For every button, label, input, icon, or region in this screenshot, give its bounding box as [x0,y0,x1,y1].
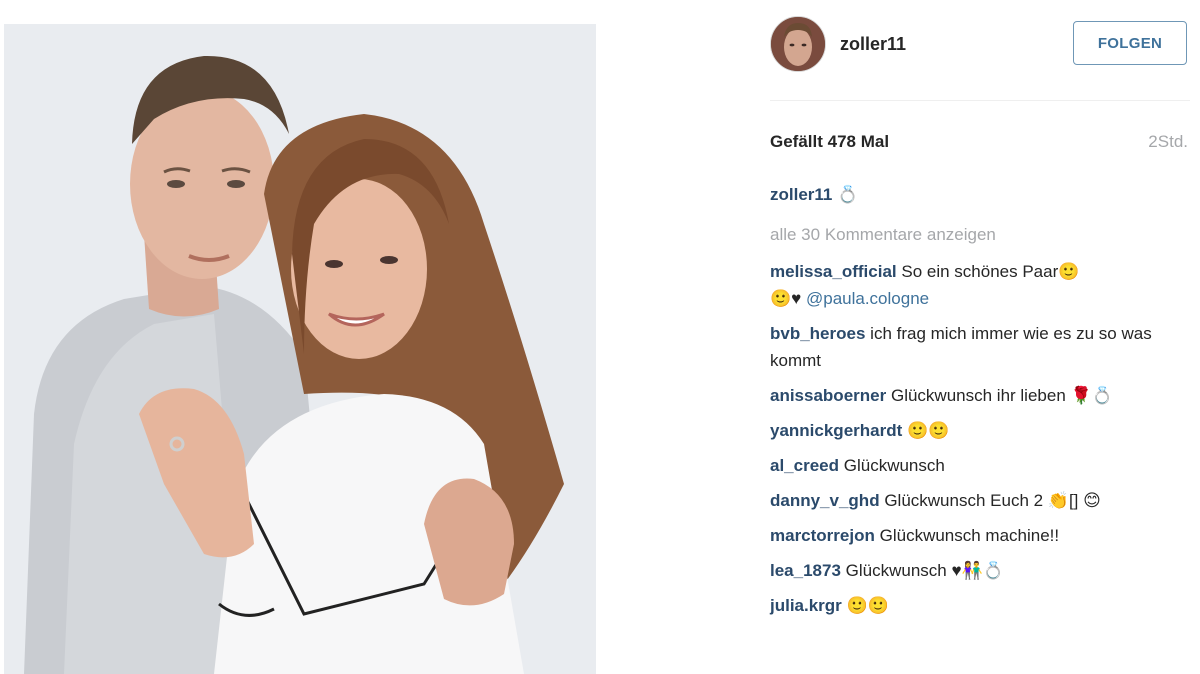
comment-username[interactable]: marctorrejon [770,526,875,545]
post-photo[interactable] [4,24,596,674]
comment-item: danny_v_ghd Glückwunsch Euch 2 👏[] 😊 [770,487,1180,514]
likes-count[interactable]: Gefällt 478 Mal [770,132,889,152]
comment-username[interactable]: julia.krgr [770,596,842,615]
comment-text: Glückwunsch [843,456,945,475]
comment-text: Glückwunsch machine!! [879,526,1060,545]
comment-username[interactable]: melissa_official [770,262,897,281]
comment-item: yannickgerhardt 🙂🙂 [770,417,1180,444]
comment-item: julia.krgr 🙂🙂 [770,592,1180,619]
likes-row: Gefällt 478 Mal 2Std. [770,132,1188,156]
comment-text: Glückwunsch Euch 2 👏[] 😊 [884,491,1101,510]
post-header: zoller11 FOLGEN [770,14,1190,74]
comment-item: anissaboerner Glückwunsch ihr lieben 🌹💍 [770,382,1180,409]
comment-list: melissa_official So ein schönes Paar🙂 🙂♥… [770,258,1180,627]
comment-username[interactable]: lea_1873 [770,561,841,580]
avatar-portrait-icon [771,17,825,71]
comment-item: lea_1873 Glückwunsch ♥👫💍 [770,557,1180,584]
comment-username[interactable]: danny_v_ghd [770,491,880,510]
post-username[interactable]: zoller11 [840,34,906,55]
avatar[interactable] [770,16,826,72]
comment-text: 🙂♥ [770,289,806,308]
post-caption: zoller11 💍 [770,185,858,205]
comment-item: al_creed Glückwunsch [770,452,1180,479]
comment-username[interactable]: yannickgerhardt [770,421,902,440]
comment-item: melissa_official So ein schönes Paar🙂 🙂♥… [770,258,1180,312]
comment-text: So ein schönes Paar🙂 [901,262,1080,281]
couple-photo-illustration [4,24,596,674]
follow-button[interactable]: FOLGEN [1073,21,1187,65]
comment-item: bvb_heroes ich frag mich immer wie es zu… [770,320,1180,374]
comment-text: 🙂🙂 [846,596,889,615]
comment-username[interactable]: al_creed [770,456,839,475]
ring-emoji: 💍 [837,185,859,205]
comment-mention[interactable]: @paula.cologne [806,289,929,308]
post-time[interactable]: 2Std. [1148,132,1188,152]
caption-username[interactable]: zoller11 [770,185,832,204]
comment-text: Glückwunsch ihr lieben 🌹💍 [890,386,1113,405]
comment-item: marctorrejon Glückwunsch machine!! [770,522,1180,549]
view-all-comments-link[interactable]: alle 30 Kommentare anzeigen [770,225,996,245]
comment-text: 🙂🙂 [907,421,950,440]
post-side-panel: zoller11 FOLGEN Gefällt 478 Mal 2Std. zo… [770,0,1190,674]
comment-text: Glückwunsch ♥👫💍 [845,561,1004,580]
comment-username[interactable]: anissaboerner [770,386,886,405]
header-divider [770,100,1190,101]
comment-username[interactable]: bvb_heroes [770,324,865,343]
